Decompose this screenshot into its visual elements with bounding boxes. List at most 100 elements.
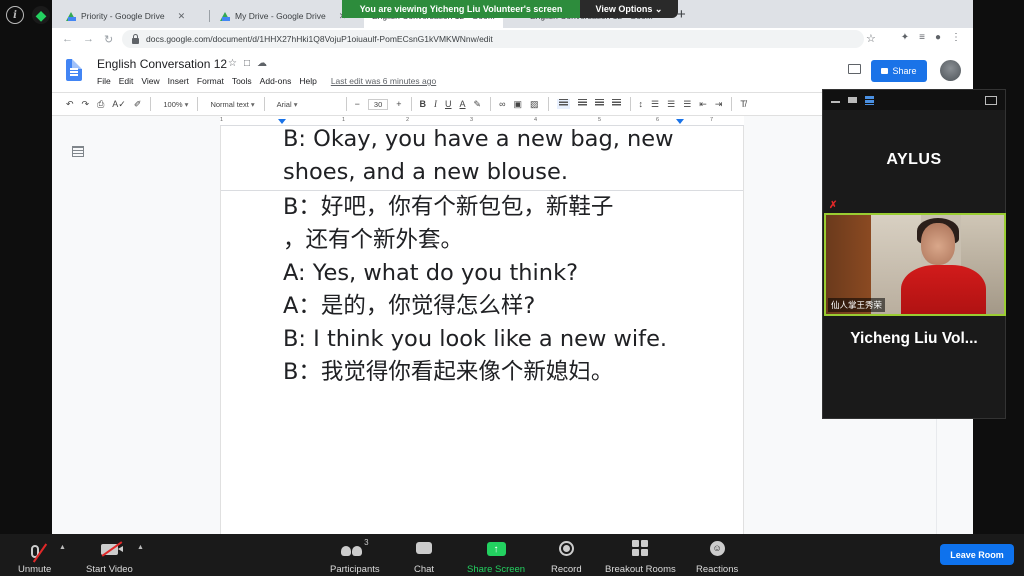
indent-marker[interactable]	[278, 119, 286, 124]
participants-button[interactable]: 3 Participants	[330, 538, 380, 575]
queue-icon[interactable]: ≡	[919, 32, 925, 43]
start-video-button[interactable]: Start Video	[86, 538, 133, 575]
unmute-label: Unmute	[18, 564, 52, 575]
security-shield-icon[interactable]: ◆	[32, 6, 50, 24]
audio-options-caret-icon[interactable]: ▲	[59, 544, 66, 551]
video-off-icon	[100, 538, 123, 558]
video-panel-header	[823, 90, 1005, 110]
url-input[interactable]: docs.google.com/document/d/1HHX27hHki1Q8…	[122, 30, 864, 48]
align-left-icon[interactable]	[556, 99, 570, 109]
align-right-icon[interactable]	[594, 99, 604, 109]
minimize-icon[interactable]	[831, 101, 840, 103]
right-indent-marker[interactable]	[676, 119, 684, 124]
document-outline-icon[interactable]	[72, 146, 84, 157]
breakout-rooms-button[interactable]: Breakout Rooms	[605, 538, 676, 575]
new-tab-icon[interactable]: +	[677, 6, 686, 23]
highlight-icon[interactable]: ✎	[474, 99, 482, 110]
url-text: docs.google.com/document/d/1HHX27hHki1Q8…	[146, 34, 493, 44]
link-icon[interactable]: ∞	[499, 99, 505, 109]
text-line: A: Yes, what do you think?	[283, 260, 579, 286]
reload-icon[interactable]: ↻	[104, 33, 113, 46]
underline-icon[interactable]: U	[445, 99, 452, 109]
checklist-icon[interactable]: ☰	[651, 99, 659, 110]
reactions-button[interactable]: ☺ Reactions	[696, 538, 738, 575]
style-select[interactable]: Normal text	[210, 100, 254, 109]
browser-tab[interactable]: My Drive - Google Drive ✕	[212, 4, 354, 28]
puzzle-icon[interactable]: ✦	[901, 32, 909, 43]
star-icon[interactable]: ☆	[228, 58, 237, 69]
spellcheck-icon[interactable]: A✓	[112, 99, 126, 110]
view-options-button[interactable]: View Options ⌄	[580, 0, 678, 18]
menu-tools[interactable]: Tools	[232, 76, 252, 86]
decrease-indent-icon[interactable]: ⇤	[699, 99, 707, 110]
video-options-caret-icon[interactable]: ▲	[137, 544, 144, 551]
clear-formatting-icon[interactable]: T̸	[740, 99, 746, 109]
menu-help[interactable]: Help	[299, 76, 316, 86]
forward-icon[interactable]: →	[83, 33, 94, 45]
exit-fullscreen-icon[interactable]	[985, 95, 997, 105]
google-docs-icon[interactable]	[66, 59, 82, 81]
more-vert-icon[interactable]: ⋮	[951, 32, 961, 43]
decrease-font-size-icon[interactable]: −	[355, 99, 360, 109]
menu-addons[interactable]: Add-ons	[260, 76, 292, 86]
move-folder-icon[interactable]: □	[244, 58, 250, 69]
bold-icon[interactable]: B	[420, 99, 427, 109]
share-screen-button[interactable]: ↑ Share Screen	[467, 538, 525, 575]
font-select[interactable]: Arial	[277, 100, 337, 109]
last-edit-link[interactable]: Last edit was 6 minutes ago	[331, 76, 436, 86]
paint-format-icon[interactable]: ✐	[134, 99, 142, 110]
video-panel: AYLUS ✗ 仙人掌王秀荣 Yicheng Liu Vol...	[822, 89, 1006, 419]
align-center-icon[interactable]	[577, 99, 587, 109]
document-text[interactable]: B: Okay, you have a new bag, new shoes, …	[283, 126, 723, 389]
document-title[interactable]: English Conversation 12	[97, 57, 227, 71]
participants-icon: 3	[341, 538, 369, 558]
cloud-icon[interactable]: ☁	[257, 58, 267, 69]
text-line: ，还有个新外套。	[283, 227, 464, 253]
add-comment-icon[interactable]: ▣	[514, 99, 523, 110]
record-button[interactable]: Record	[551, 538, 582, 575]
browser-tab[interactable]: Priority - Google Drive ✕	[58, 4, 193, 28]
strip-view-icon[interactable]	[865, 95, 874, 105]
unmute-button[interactable]: Unmute	[18, 538, 51, 575]
info-icon[interactable]: i	[6, 6, 24, 24]
document-page[interactable]: B: Okay, you have a new bag, new shoes, …	[220, 126, 744, 534]
chat-button[interactable]: Chat	[414, 538, 434, 575]
zoom-select[interactable]: 100%	[163, 100, 188, 109]
share-button[interactable]: Share	[871, 60, 927, 82]
menu-file[interactable]: File	[97, 76, 111, 86]
participant-tile-yicheng[interactable]: Yicheng Liu Vol...	[823, 330, 1005, 348]
back-icon[interactable]: ←	[62, 33, 73, 45]
menu-view[interactable]: View	[141, 76, 159, 86]
justify-icon[interactable]	[611, 99, 621, 109]
italic-icon[interactable]: I	[434, 99, 437, 109]
redo-icon[interactable]: ↷	[82, 99, 90, 110]
reactions-label: Reactions	[696, 564, 739, 575]
zoom-window: i ◆ Priority - Google Drive ✕ My Drive -…	[0, 0, 1024, 576]
zoom-top-icons: i ◆	[6, 6, 50, 24]
menu-format[interactable]: Format	[197, 76, 224, 86]
font-size-input[interactable]: 30	[367, 98, 389, 110]
insert-image-icon[interactable]: ▨	[530, 99, 539, 110]
numbered-list-icon[interactable]: ☰	[667, 99, 675, 110]
participant-tile-aylus[interactable]: AYLUS	[823, 110, 1005, 210]
bulleted-list-icon[interactable]: ☰	[683, 99, 691, 110]
line-spacing-icon[interactable]: ↕	[639, 99, 644, 109]
ruler-number: 1	[220, 117, 224, 123]
bookmark-star-icon[interactable]: ☆	[866, 32, 876, 45]
single-view-icon[interactable]	[848, 97, 857, 103]
print-icon[interactable]: ⎙	[97, 99, 104, 110]
text-color-icon[interactable]: A	[460, 99, 466, 109]
undo-icon[interactable]: ↶	[66, 99, 74, 110]
comment-icon[interactable]	[848, 64, 861, 74]
participant-video-tile[interactable]: 仙人掌王秀荣	[824, 213, 1006, 316]
profile-icon[interactable]: ●	[935, 32, 941, 43]
increase-indent-icon[interactable]: ⇥	[715, 99, 723, 110]
close-tab-icon[interactable]: ✕	[178, 11, 186, 22]
menu-insert[interactable]: Insert	[168, 76, 189, 86]
avatar[interactable]	[940, 60, 961, 81]
share-screen-icon: ↑	[486, 538, 506, 558]
menu-edit[interactable]: Edit	[119, 76, 134, 86]
leave-room-button[interactable]: Leave Room	[940, 544, 1014, 565]
increase-font-size-icon[interactable]: +	[396, 99, 401, 109]
text-line: A：是的，你觉得怎么样?	[283, 293, 536, 319]
